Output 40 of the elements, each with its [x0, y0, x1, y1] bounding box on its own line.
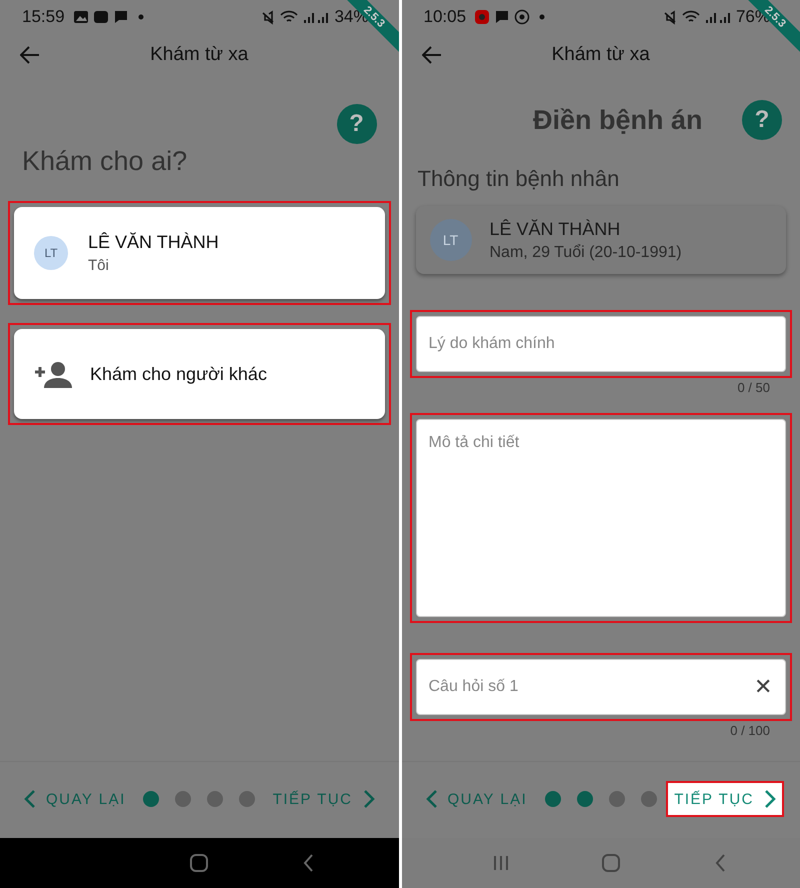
status-time: 15:59: [22, 7, 65, 27]
image-icon: [72, 9, 89, 25]
chevron-left-icon: [24, 789, 36, 809]
input-field[interactable]: Lý do khám chính: [416, 316, 786, 372]
text-area[interactable]: Mô tả chi tiết: [416, 419, 786, 617]
screen-title: Khám từ xa: [149, 44, 250, 66]
section-title: Thông tin bệnh nhân: [416, 165, 620, 193]
add-person-icon: [34, 360, 72, 388]
avatar: LT: [430, 219, 472, 261]
page-heading: Điền bệnh án: [532, 104, 704, 136]
back-arrow-icon[interactable]: [20, 46, 40, 64]
home-icon[interactable]: [600, 852, 622, 874]
circle-icon: [514, 9, 530, 25]
person-subtitle: Tôi: [88, 257, 110, 274]
person-subtitle: Nam, 29 Tuổi (20-10-1991): [490, 244, 682, 262]
status-time: 10:05: [424, 7, 466, 27]
home-icon[interactable]: [188, 852, 210, 874]
chevron-right-icon: [764, 789, 776, 809]
screen-title: Khám từ xa: [550, 44, 651, 66]
next-button[interactable]: TIẾP TỤC: [666, 781, 784, 817]
help-button[interactable]: ?: [742, 100, 782, 140]
message-icon: [494, 9, 510, 25]
page-heading: Khám cho ai?: [21, 146, 188, 177]
chevron-left-icon: [426, 789, 438, 809]
patient-card[interactable]: LT LÊ VĂN THÀNH Nam, 29 Tuổi (20-10-1991): [416, 206, 786, 274]
clear-icon[interactable]: ✕: [754, 673, 772, 701]
message-icon: [112, 9, 129, 25]
chevron-right-icon: [362, 789, 374, 809]
app-icon: [474, 9, 490, 25]
character-counter: 0 / 100: [729, 722, 771, 738]
person-name: LÊ VĂN THÀNH: [490, 218, 622, 240]
avatar: LT: [34, 236, 68, 270]
add-person-label: Khám cho người khác: [90, 364, 267, 384]
app-icon: [92, 9, 109, 25]
help-button[interactable]: ?: [336, 104, 376, 144]
person-card[interactable]: LT LÊ VĂN THÀNH Tôi: [14, 207, 384, 299]
add-person-card[interactable]: Khám cho người khác: [14, 329, 384, 419]
back-arrow-icon[interactable]: [422, 46, 442, 64]
person-name: LÊ VĂN THÀNH: [88, 232, 219, 253]
character-counter: 0 / 50: [736, 379, 771, 395]
